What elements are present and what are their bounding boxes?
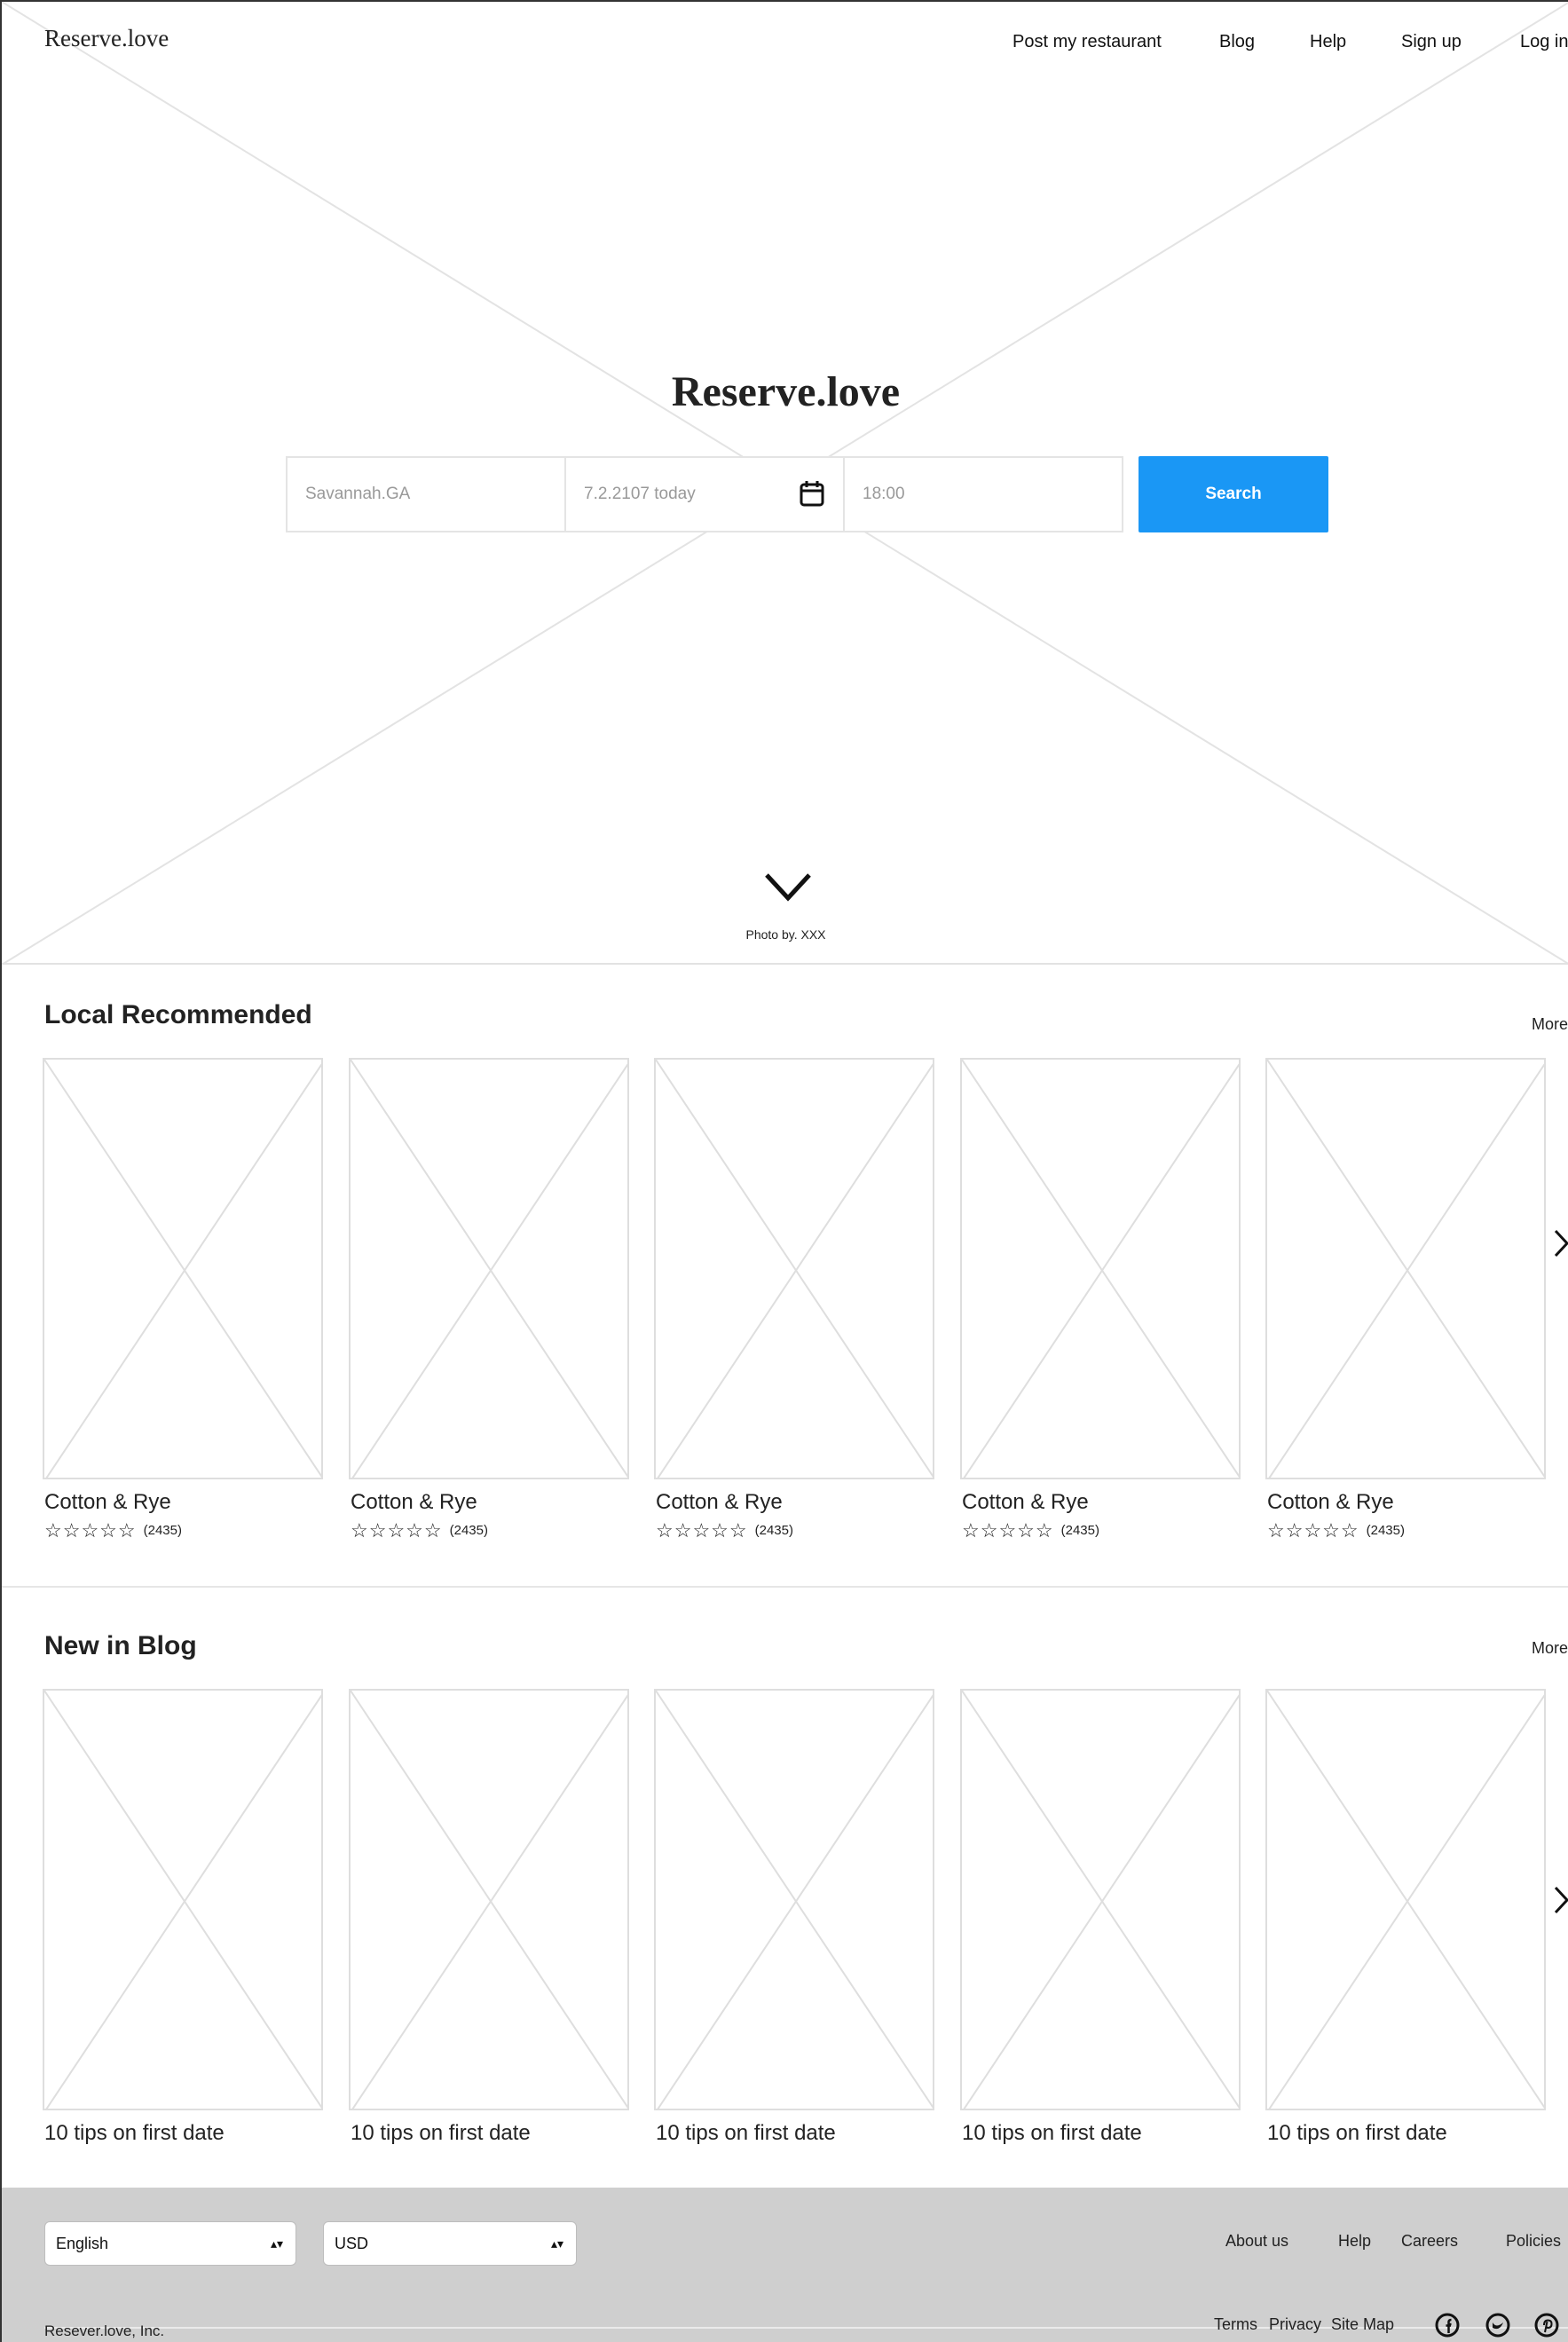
star-rating: ☆☆☆☆☆ (2435) (351, 1519, 488, 1542)
footer-terms[interactable]: Terms (1214, 2315, 1257, 2334)
hero-section: Reserve.love Post my restaurant Blog Hel… (2, 2, 1568, 965)
footer-about-us[interactable]: About us (1225, 2232, 1288, 2251)
image-placeholder (1267, 1060, 1544, 1478)
blog-card[interactable] (43, 1689, 323, 2110)
restaurant-name[interactable]: Cotton & Rye (962, 1490, 1089, 1515)
blog-more-link[interactable]: More (1532, 1639, 1568, 1658)
blog-post-title[interactable]: 10 tips on first date (44, 2121, 225, 2146)
footer-careers[interactable]: Careers (1401, 2232, 1458, 2251)
chevron-down-icon[interactable] (763, 870, 813, 905)
review-count: (2435) (143, 1523, 182, 1538)
blog-post-title[interactable]: 10 tips on first date (1267, 2121, 1447, 2146)
hero-title: Reserve.love (671, 368, 901, 415)
local-recommended-title: Local Recommended (44, 1000, 312, 1029)
star-rating: ☆☆☆☆☆ (2435) (1267, 1519, 1405, 1542)
photo-credit: Photo by. XXX (745, 927, 826, 942)
footer: English ▴▾ USD ▴▾ About us Help Careers … (2, 2188, 1568, 2342)
chevron-right-icon[interactable] (1553, 1885, 1568, 1915)
search-button[interactable]: Search (1139, 456, 1328, 532)
stars-icon: ☆☆☆☆☆ (44, 1519, 137, 1542)
brand-logo[interactable]: Reserve.love (44, 25, 169, 52)
restaurant-card[interactable] (960, 1058, 1241, 1479)
new-in-blog-title: New in Blog (44, 1631, 197, 1660)
blog-card[interactable] (654, 1689, 934, 2110)
local-more-link[interactable]: More (1532, 1015, 1568, 1034)
image-placeholder (656, 1691, 933, 2109)
image-placeholder (962, 1060, 1239, 1478)
image-placeholder (44, 1060, 321, 1478)
blog-card[interactable] (1265, 1689, 1546, 2110)
image-placeholder (656, 1060, 933, 1478)
review-count: (2435) (449, 1523, 488, 1538)
footer-policies[interactable]: Policies (1506, 2232, 1561, 2251)
restaurant-card[interactable] (1265, 1058, 1546, 1479)
pinterest-icon[interactable] (1533, 2312, 1560, 2338)
copyright: Resever.love, Inc. (44, 2322, 165, 2339)
star-rating: ☆☆☆☆☆ (2435) (962, 1519, 1099, 1542)
review-count: (2435) (754, 1523, 793, 1538)
chevron-right-icon[interactable] (1553, 1228, 1568, 1258)
restaurant-name[interactable]: Cotton & Rye (656, 1490, 783, 1515)
select-arrows-icon: ▴▾ (270, 2236, 283, 2251)
blog-post-title[interactable]: 10 tips on first date (962, 2121, 1142, 2146)
time-input[interactable]: 18:00 (843, 456, 1123, 532)
blog-card[interactable] (349, 1689, 629, 2110)
nav-log-in[interactable]: Log in (1520, 32, 1568, 52)
stars-icon: ☆☆☆☆☆ (351, 1519, 443, 1542)
facebook-icon[interactable] (1434, 2312, 1461, 2338)
restaurant-card[interactable] (654, 1058, 934, 1479)
image-placeholder (962, 1691, 1239, 2109)
top-navigation: Reserve.love Post my restaurant Blog Hel… (2, 2, 1568, 82)
select-arrows-icon: ▴▾ (550, 2236, 563, 2251)
image-placeholder (351, 1060, 627, 1478)
review-count: (2435) (1060, 1523, 1099, 1538)
nav-blog[interactable]: Blog (1219, 32, 1255, 52)
currency-select[interactable]: USD ▴▾ (323, 2221, 577, 2266)
nav-sign-up[interactable]: Sign up (1401, 32, 1462, 52)
restaurant-card[interactable] (349, 1058, 629, 1479)
star-rating: ☆☆☆☆☆ (2435) (44, 1519, 182, 1542)
language-select[interactable]: English ▴▾ (44, 2221, 296, 2266)
star-rating: ☆☆☆☆☆ (2435) (656, 1519, 793, 1542)
restaurant-name[interactable]: Cotton & Rye (1267, 1490, 1394, 1515)
image-placeholder (1267, 1691, 1544, 2109)
nav-post-restaurant[interactable]: Post my restaurant (1013, 32, 1162, 52)
image-placeholder (44, 1691, 321, 2109)
section-divider (2, 1586, 1568, 1588)
blog-card[interactable] (960, 1689, 1241, 2110)
calendar-icon[interactable] (799, 479, 825, 508)
stars-icon: ☆☆☆☆☆ (962, 1519, 1054, 1542)
nav-help[interactable]: Help (1310, 32, 1346, 52)
footer-help[interactable]: Help (1338, 2232, 1371, 2251)
stars-icon: ☆☆☆☆☆ (656, 1519, 748, 1542)
restaurant-name[interactable]: Cotton & Rye (351, 1490, 477, 1515)
location-input[interactable]: Savannah.GA (286, 456, 566, 532)
twitter-icon[interactable] (1485, 2312, 1511, 2338)
blog-post-title[interactable]: 10 tips on first date (656, 2121, 836, 2146)
page: Reserve.love Post my restaurant Blog Hel… (0, 0, 1568, 2342)
review-count: (2435) (1366, 1523, 1405, 1538)
language-value: English (56, 2235, 109, 2252)
restaurant-card[interactable] (43, 1058, 323, 1479)
stars-icon: ☆☆☆☆☆ (1267, 1519, 1359, 1542)
footer-site-map[interactable]: Site Map (1331, 2315, 1394, 2334)
image-placeholder (351, 1691, 627, 2109)
footer-privacy[interactable]: Privacy (1269, 2315, 1321, 2334)
blog-post-title[interactable]: 10 tips on first date (351, 2121, 531, 2146)
currency-value: USD (335, 2235, 369, 2252)
restaurant-name[interactable]: Cotton & Rye (44, 1490, 171, 1515)
